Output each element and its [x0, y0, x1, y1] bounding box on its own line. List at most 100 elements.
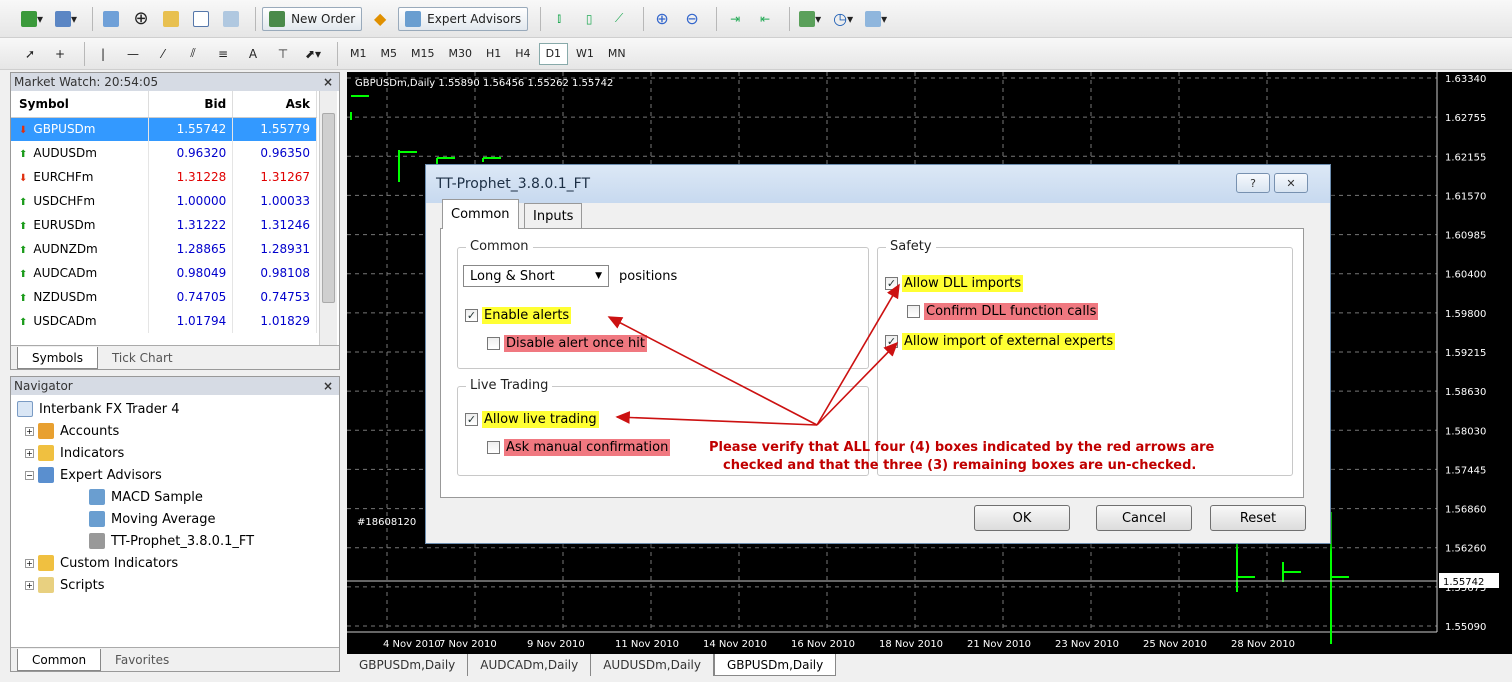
- new-chart-button[interactable]: ▾: [18, 7, 46, 31]
- quote-row[interactable]: ⬆ USDCADm 1.01794 1.01829: [11, 309, 317, 333]
- zoom-out-button[interactable]: ⊖: [680, 7, 704, 31]
- checkbox-unchecked[interactable]: [907, 305, 920, 318]
- chart-shift-button[interactable]: ⇤: [753, 7, 777, 31]
- terminal-toggle[interactable]: [189, 7, 213, 31]
- reset-button[interactable]: Reset: [1210, 505, 1306, 531]
- new-order-button[interactable]: New Order: [262, 6, 363, 31]
- vertical-line-tool[interactable]: |: [91, 42, 115, 66]
- quote-row[interactable]: ⬆ NZDUSDm 0.74705 0.74753: [11, 285, 317, 309]
- quote-row[interactable]: ⬆ EURUSDm 1.31222 1.31246: [11, 213, 317, 237]
- tree-custom-indicators[interactable]: + Custom Indicators: [25, 555, 178, 571]
- dialog-close-button[interactable]: ✕: [1274, 173, 1308, 193]
- ask-manual-confirmation-checkbox[interactable]: Ask manual confirmation: [487, 439, 671, 456]
- tree-root[interactable]: Interbank FX Trader 4: [17, 401, 180, 417]
- positions-select[interactable]: Long & Short ▼: [463, 265, 609, 287]
- timeframe-m15[interactable]: M15: [405, 43, 441, 65]
- chart-tab[interactable]: AUDCADm,Daily: [468, 654, 592, 676]
- arrows-tool[interactable]: ⬈▾: [301, 42, 325, 66]
- checkbox-checked[interactable]: ✓: [885, 335, 898, 348]
- quote-row[interactable]: ⬆ AUDUSDm 0.96320 0.96350: [11, 141, 317, 165]
- tab-common[interactable]: Common: [17, 649, 102, 671]
- collapse-icon[interactable]: −: [25, 470, 34, 480]
- allow-live-trading-checkbox[interactable]: ✓ Allow live trading: [465, 411, 599, 428]
- expert-advisors-button[interactable]: Expert Advisors: [398, 6, 529, 31]
- tree-accounts[interactable]: + Accounts: [25, 423, 119, 439]
- checkbox-checked[interactable]: ✓: [885, 277, 898, 290]
- tree-scripts[interactable]: + Scripts: [25, 577, 104, 593]
- quote-row[interactable]: ⬆ AUDCADm 0.98049 0.98108: [11, 261, 317, 285]
- column-bid[interactable]: Bid: [148, 91, 234, 118]
- periods-button[interactable]: ◷ ▾: [830, 7, 856, 31]
- timeframe-mn[interactable]: MN: [602, 43, 632, 65]
- chart-tab[interactable]: GBPUSDm,Daily: [713, 654, 837, 676]
- chart-tab[interactable]: GBPUSDm,Daily: [347, 654, 469, 676]
- tab-tick-chart[interactable]: Tick Chart: [98, 347, 187, 369]
- checkbox-unchecked[interactable]: [487, 337, 500, 350]
- horizontal-line-tool[interactable]: —: [121, 42, 145, 66]
- expand-icon[interactable]: +: [25, 448, 34, 458]
- quote-row[interactable]: ⬆ AUDNZDm 1.28865 1.28931: [11, 237, 317, 261]
- candlestick-button[interactable]: ▯: [577, 7, 601, 31]
- allow-external-experts-checkbox[interactable]: ✓ Allow import of external experts: [885, 333, 1116, 350]
- enable-alerts-checkbox[interactable]: ✓ Enable alerts: [465, 307, 572, 324]
- tree-expert-advisors[interactable]: − Expert Advisors: [25, 467, 162, 483]
- autotrading-button[interactable]: ◆: [368, 7, 392, 31]
- chart-tab[interactable]: AUDUSDm,Daily: [591, 654, 714, 676]
- expand-icon[interactable]: +: [25, 580, 34, 590]
- close-icon[interactable]: ×: [323, 377, 333, 395]
- quote-row[interactable]: ⬇ EURCHFm 1.31228 1.31267: [11, 165, 317, 189]
- fibonacci-tool[interactable]: ≡: [211, 42, 235, 66]
- quote-row[interactable]: ⬆ USDCHFm 1.00000 1.00033: [11, 189, 317, 213]
- data-window-toggle[interactable]: ⊕: [129, 7, 153, 31]
- cancel-button[interactable]: Cancel: [1096, 505, 1192, 531]
- timeframe-m5[interactable]: M5: [375, 43, 404, 65]
- trendline-tool[interactable]: ⁄: [151, 42, 175, 66]
- timeframe-w1[interactable]: W1: [570, 43, 600, 65]
- checkbox-unchecked[interactable]: [487, 441, 500, 454]
- bar-chart-button[interactable]: ⫾: [547, 7, 571, 31]
- tab-symbols[interactable]: Symbols: [17, 347, 98, 369]
- scrollbar[interactable]: [319, 91, 337, 351]
- close-icon[interactable]: ×: [323, 73, 333, 91]
- checkbox-checked[interactable]: ✓: [465, 309, 478, 322]
- tree-indicators[interactable]: + Indicators: [25, 445, 124, 461]
- auto-scroll-button[interactable]: ⇥: [723, 7, 747, 31]
- confirm-dll-calls-checkbox[interactable]: Confirm DLL function calls: [907, 303, 1099, 320]
- equidistant-channel-tool[interactable]: ⫽: [181, 42, 205, 66]
- disable-alert-checkbox[interactable]: Disable alert once hit: [487, 335, 647, 352]
- cursor-tool[interactable]: ➚: [18, 42, 42, 66]
- timeframe-m30[interactable]: M30: [443, 43, 479, 65]
- zoom-in-button[interactable]: ⊕: [650, 7, 674, 31]
- help-button[interactable]: ?: [1236, 173, 1270, 193]
- date-label: 18 Nov 2010: [879, 639, 943, 650]
- profiles-button[interactable]: ▾: [52, 7, 80, 31]
- tree-ea-moving-average[interactable]: Moving Average: [89, 511, 215, 527]
- tree-ea-tt-prophet[interactable]: TT-Prophet_3.8.0.1_FT: [89, 533, 254, 549]
- timeframe-h1[interactable]: H1: [480, 43, 507, 65]
- strategy-tester-toggle[interactable]: [219, 7, 243, 31]
- indicators-button[interactable]: ▾: [796, 7, 824, 31]
- tab-favorites[interactable]: Favorites: [101, 649, 183, 671]
- tab-common[interactable]: Common: [442, 199, 519, 229]
- column-symbol[interactable]: Symbol: [11, 91, 150, 118]
- text-label-tool[interactable]: ⊤: [271, 42, 295, 66]
- tab-inputs[interactable]: Inputs: [524, 203, 583, 229]
- templates-button[interactable]: ▾: [862, 7, 890, 31]
- expand-icon[interactable]: +: [25, 426, 34, 436]
- checkbox-checked[interactable]: ✓: [465, 413, 478, 426]
- expand-icon[interactable]: +: [25, 558, 34, 568]
- timeframe-h4[interactable]: H4: [509, 43, 536, 65]
- navigator-toggle[interactable]: [159, 7, 183, 31]
- text-tool[interactable]: A: [241, 42, 265, 66]
- timeframe-m1[interactable]: M1: [344, 43, 373, 65]
- ok-button[interactable]: OK: [974, 505, 1070, 531]
- timeframe-d1[interactable]: D1: [538, 42, 569, 65]
- column-ask[interactable]: Ask: [232, 91, 317, 118]
- allow-dll-imports-checkbox[interactable]: ✓ Allow DLL imports: [885, 275, 1024, 292]
- market-watch-toggle[interactable]: [99, 7, 123, 31]
- crosshair-tool[interactable]: +: [48, 42, 72, 66]
- quote-row[interactable]: ⬇ GBPUSDm 1.55742 1.55779: [11, 117, 317, 141]
- line-chart-button[interactable]: ⟋: [607, 7, 631, 31]
- tree-ea-macd[interactable]: MACD Sample: [89, 489, 203, 505]
- scrollbar-thumb[interactable]: [322, 113, 335, 303]
